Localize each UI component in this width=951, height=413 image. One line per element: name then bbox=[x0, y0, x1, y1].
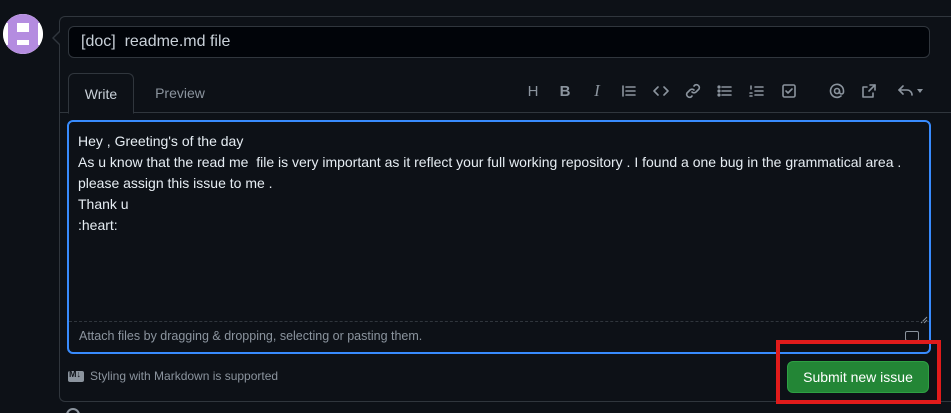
task-list-icon[interactable] bbox=[777, 80, 801, 102]
markdown-note-text: Styling with Markdown is supported bbox=[90, 369, 279, 383]
reference-icon[interactable] bbox=[857, 80, 881, 102]
tab-write[interactable]: Write bbox=[68, 73, 134, 114]
unordered-list-icon[interactable] bbox=[713, 80, 737, 102]
avatar[interactable] bbox=[3, 14, 43, 54]
chevron-down-icon bbox=[917, 89, 923, 93]
link-icon[interactable] bbox=[681, 80, 705, 102]
comment-caret-inner bbox=[54, 31, 61, 45]
tab-preview[interactable]: Preview bbox=[145, 73, 215, 114]
mention-icon[interactable] bbox=[825, 80, 849, 102]
ordered-list-icon[interactable] bbox=[745, 80, 769, 102]
issue-title-input[interactable] bbox=[68, 26, 930, 58]
comment-body[interactable]: Hey , Greeting's of the day As u know th… bbox=[78, 131, 918, 321]
markdown-note[interactable]: Styling with Markdown is supported bbox=[68, 368, 278, 384]
info-circle-icon bbox=[66, 408, 80, 413]
attach-hint: Attach files by dragging & dropping, sel… bbox=[79, 329, 423, 343]
heading-icon[interactable]: H bbox=[521, 80, 545, 102]
resize-grip-icon[interactable] bbox=[920, 311, 928, 324]
submit-new-issue-button[interactable]: Submit new issue bbox=[787, 361, 929, 393]
code-icon[interactable] bbox=[649, 80, 673, 102]
markdown-icon bbox=[68, 369, 84, 382]
italic-icon[interactable]: I bbox=[585, 80, 609, 102]
bold-icon[interactable]: B bbox=[553, 80, 577, 102]
quote-icon[interactable] bbox=[617, 80, 641, 102]
comment-editor[interactable]: Hey , Greeting's of the day As u know th… bbox=[67, 120, 931, 354]
reply-icon[interactable] bbox=[893, 80, 929, 102]
